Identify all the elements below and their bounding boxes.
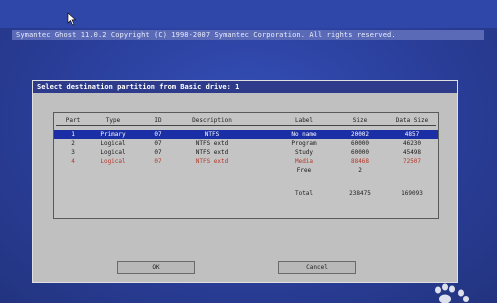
column-header-size: Size <box>352 117 368 124</box>
cell-size: 20002 <box>350 131 370 138</box>
cell-data-size: 45498 <box>402 149 422 156</box>
partition-table: Part Type ID Description Label Size Data… <box>53 112 439 219</box>
cell-size: 60000 <box>350 149 370 156</box>
column-header-description: Description <box>192 117 232 124</box>
cell-type: Logical <box>100 158 126 165</box>
destination-partition-dialog: Select destination partition from Basic … <box>32 80 458 283</box>
cell-id: 07 <box>154 158 162 165</box>
cell-label: Media <box>294 158 314 165</box>
cell-size: 88468 <box>350 158 370 165</box>
cell-description: NTFS extd <box>195 149 229 156</box>
table-row[interactable]: 4 Logical 07 NTFS extd Media 88468 72507 <box>54 157 438 166</box>
cancel-button[interactable]: Cancel <box>278 261 356 274</box>
cell-part: 3 <box>71 149 75 156</box>
free-label: Free <box>296 167 312 174</box>
cell-label: No name <box>291 131 317 138</box>
cell-part: 2 <box>71 140 75 147</box>
cell-description: NTFS extd <box>195 140 229 147</box>
cell-part: 1 <box>71 131 75 138</box>
free-space-row: Free 2 <box>54 166 438 175</box>
column-header-data-size: Data Size <box>395 117 429 124</box>
column-header-label: Label <box>294 117 314 124</box>
cell-part: 4 <box>71 158 75 165</box>
table-header-row: Part Type ID Description Label Size Data… <box>54 116 438 125</box>
table-row[interactable]: 1 Primary 07 NTFS No name 20002 4857 <box>54 130 438 139</box>
table-row[interactable]: 3 Logical 07 NTFS extd Study 60000 45498 <box>54 148 438 157</box>
mouse-cursor-icon <box>67 12 77 26</box>
cell-id: 07 <box>154 131 162 138</box>
ghost-header-bar: Symantec Ghost 11.0.2 Copyright (C) 1998… <box>12 30 484 40</box>
free-size: 2 <box>358 167 362 174</box>
dialog-title: Select destination partition from Basic … <box>33 81 457 93</box>
total-data-size: 169093 <box>401 190 423 197</box>
column-header-id: ID <box>154 117 162 124</box>
cell-id: 07 <box>154 149 162 156</box>
cell-type: Primary <box>100 131 126 138</box>
paw-print-watermark-icon <box>435 283 469 303</box>
cell-description: NTFS <box>204 131 220 138</box>
total-size: 238475 <box>349 190 371 197</box>
column-header-type: Type <box>105 117 121 124</box>
cell-data-size: 4857 <box>404 131 420 138</box>
cell-type: Logical <box>100 140 126 147</box>
cell-data-size: 46230 <box>402 140 422 147</box>
table-row[interactable]: 2 Logical 07 NTFS extd Program 60000 462… <box>54 139 438 148</box>
cell-type: Logical <box>100 149 126 156</box>
ok-button[interactable]: OK <box>117 261 195 274</box>
column-header-part: Part <box>65 117 81 124</box>
header-divider <box>56 125 436 126</box>
cell-description: NTFS extd <box>195 158 229 165</box>
cell-label: Program <box>291 140 317 147</box>
total-label: Total <box>294 190 314 197</box>
cell-id: 07 <box>154 140 162 147</box>
cell-data-size: 72507 <box>402 158 422 165</box>
cell-size: 60000 <box>350 140 370 147</box>
total-row: Total 238475 169093 <box>54 189 438 198</box>
cell-label: Study <box>294 149 314 156</box>
